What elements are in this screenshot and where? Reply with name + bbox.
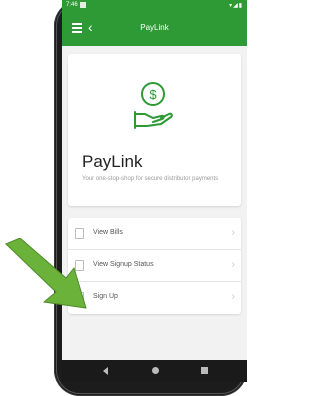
chevron-right-icon: › [231,291,235,302]
chevron-right-icon: › [231,227,235,238]
list-item-label: View Bills [93,229,123,236]
signal-battery-indicators: ▾◢▮ [229,3,243,9]
pointer-arrow-icon [5,238,87,309]
nav-back-icon[interactable] [103,367,108,375]
chevron-right-icon: › [231,259,235,270]
hand-dollar-coin-icon: $ [134,82,173,129]
notification-image-icon [80,2,86,8]
android-nav-bar [62,360,247,382]
app-title: PayLink [140,23,169,32]
card-subtitle: Your one-stop-shop for secure distributo… [82,176,219,182]
svg-text:$: $ [149,87,157,102]
nav-home-icon[interactable] [152,367,159,374]
status-bar: 7:46 ▾◢▮ [62,0,247,12]
status-time: 7:46 [66,2,78,8]
app-bar: ‹ PayLink [62,12,247,46]
app-screen: 7:46 ▾◢▮ ‹ PayLink $ PayLink Your one-st… [62,0,247,376]
list-item-label: View Signup Status [93,261,154,268]
card-title: PayLink [82,152,143,171]
paylink-card: $ PayLink Your one-stop-shop for secure … [68,54,241,206]
nav-recents-icon[interactable] [201,367,208,374]
